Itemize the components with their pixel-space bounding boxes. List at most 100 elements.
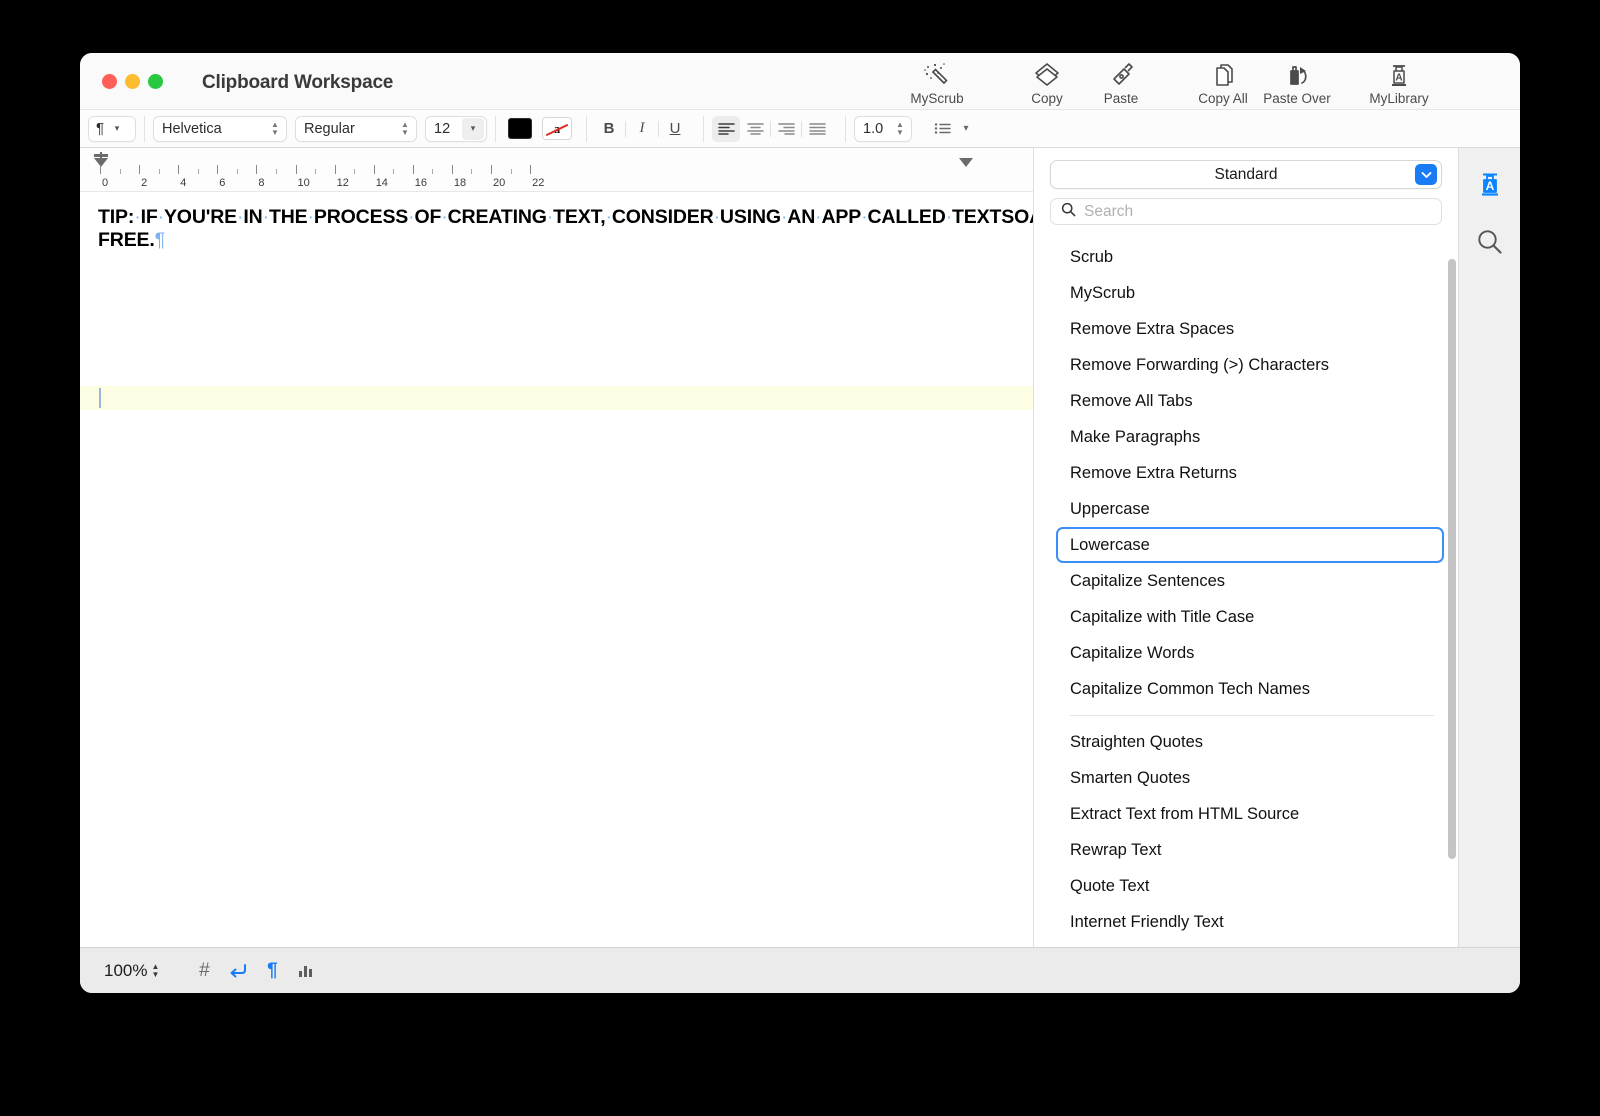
cleaner-item[interactable]: Extract Text from HTML Source <box>1056 796 1444 832</box>
paragraph-style-dropdown[interactable]: ¶ ▾ <box>88 116 136 142</box>
cleaner-item[interactable]: Capitalize Common Tech Names <box>1056 671 1444 707</box>
space-mark: · <box>263 206 269 228</box>
cleaner-item[interactable]: Remove Extra Returns <box>1056 455 1444 491</box>
cleaner-item[interactable]: Smarten Quotes <box>1056 760 1444 796</box>
remove-color-icon[interactable]: a <box>542 117 572 140</box>
cleaner-item-label: Capitalize Sentences <box>1070 572 1225 591</box>
ruler-tick <box>139 165 140 174</box>
space-mark: · <box>861 206 867 228</box>
line-spacing-value: 1.0 <box>855 121 891 137</box>
scrollbar-thumb[interactable] <box>1448 259 1456 859</box>
list-style-chevron[interactable]: ▾ <box>956 116 976 142</box>
ruler-tick <box>256 165 257 174</box>
space-mark: · <box>714 206 720 228</box>
toolbar-copy-button[interactable]: Copy <box>1010 60 1084 106</box>
cleaner-item-label: Quote Text <box>1070 877 1150 896</box>
search-input[interactable]: Search <box>1084 203 1133 221</box>
close-button[interactable] <box>102 74 117 89</box>
cleaner-item-label: Uppercase <box>1070 500 1150 519</box>
cleaner-list-scrollbar[interactable] <box>1448 239 1456 947</box>
toolbar-paste-button[interactable]: Paste <box>1084 60 1158 106</box>
font-size-dropdown[interactable]: 12 ▾ <box>425 116 487 142</box>
cleaner-item[interactable]: MyScrub <box>1056 275 1444 311</box>
cleaner-item-selected[interactable]: Lowercase <box>1056 527 1444 563</box>
chevron-down-icon[interactable] <box>1415 164 1437 185</box>
titlebar: Clipboard Workspace <box>80 53 1520 109</box>
toolbar-mylibrary-button[interactable]: A MyLibrary <box>1362 60 1436 106</box>
preset-dropdown[interactable]: Standard <box>1050 160 1442 189</box>
align-justify-button[interactable] <box>803 116 831 142</box>
cleaner-item[interactable]: Quote Text <box>1056 868 1444 904</box>
rail-library-button[interactable]: A <box>1468 162 1512 206</box>
search-field[interactable]: Search <box>1050 198 1442 225</box>
cleaner-item[interactable]: Uppercase <box>1056 491 1444 527</box>
library-bottle-icon: A <box>1384 60 1414 90</box>
align-left-icon <box>718 122 735 135</box>
zoom-control[interactable]: 100% ▲▼ <box>104 961 159 981</box>
cleaner-item[interactable]: Rewrap Text <box>1056 832 1444 868</box>
updown-stepper-icon[interactable]: ▲▼ <box>151 963 159 979</box>
font-family-value: Helvetica <box>154 121 230 137</box>
align-right-button[interactable] <box>772 116 800 142</box>
ruler-tick-minor <box>159 169 160 174</box>
toolbar-myscrub-button[interactable]: MyScrub <box>900 60 974 106</box>
ruler-tick-minor <box>471 169 472 174</box>
cleaner-item[interactable]: Internet Friendly Text <box>1056 904 1444 940</box>
cleaner-item[interactable]: Capitalize with Title Case <box>1056 599 1444 635</box>
italic-button[interactable]: I <box>628 116 656 142</box>
right-indent-marker[interactable] <box>959 158 973 167</box>
left-indent-marker[interactable] <box>94 158 108 167</box>
underline-button[interactable]: U <box>661 116 689 142</box>
return-arrow-icon[interactable] <box>221 956 255 986</box>
text-color-swatch[interactable] <box>508 118 532 139</box>
font-family-dropdown[interactable]: Helvetica ▲▼ <box>153 116 287 142</box>
cleaner-list[interactable]: ScrubMyScrubRemove Extra SpacesRemove Fo… <box>1034 239 1458 947</box>
pilcrow-icon[interactable]: ¶ <box>255 956 289 986</box>
bar-chart-icon[interactable] <box>289 956 323 986</box>
divider <box>586 116 587 142</box>
ruler-tick <box>100 165 101 174</box>
cleaner-list-column: Standard <box>1034 148 1458 947</box>
cleaner-item[interactable]: Scrub <box>1056 239 1444 275</box>
divider <box>625 121 626 137</box>
hash-icon[interactable]: # <box>187 956 221 986</box>
cleaner-item[interactable]: Remove Extra Spaces <box>1056 311 1444 347</box>
toolbar-action-label: Copy <box>1031 91 1063 106</box>
document-canvas[interactable]: TIP:·IF·YOU'RE·IN·THE·PROCESS·OF·CREATIN… <box>80 192 1033 947</box>
bold-button[interactable]: B <box>595 116 623 142</box>
paragraph-mark: ¶ <box>155 229 165 251</box>
line-spacing-dropdown[interactable]: 1.0 ▲▼ <box>854 116 912 142</box>
svg-text:A: A <box>1485 179 1494 193</box>
ruler-tick <box>178 165 179 174</box>
document-text[interactable]: TIP:·IF·YOU'RE·IN·THE·PROCESS·OF·CREATIN… <box>98 206 1015 253</box>
cleaner-item[interactable]: Straighten Quotes <box>1056 724 1444 760</box>
cleaner-item[interactable]: Make Paragraphs <box>1056 419 1444 455</box>
traffic-lights <box>102 74 163 89</box>
cleaner-item-label: Smarten Quotes <box>1070 769 1190 788</box>
toolbar-action-label: MyLibrary <box>1369 91 1428 106</box>
minimize-button[interactable] <box>125 74 140 89</box>
svg-text:A: A <box>1395 73 1402 84</box>
toolbar-copy-all-button[interactable]: Copy All <box>1186 60 1260 106</box>
ruler[interactable]: 0246810121416182022 <box>80 148 1033 192</box>
cleaner-item[interactable]: Capitalize Words <box>1056 635 1444 671</box>
rail-search-button[interactable] <box>1468 220 1512 264</box>
align-center-button[interactable] <box>741 116 769 142</box>
cleaner-item-label: Make Paragraphs <box>1070 428 1200 447</box>
align-left-button[interactable] <box>712 116 740 142</box>
zoom-button[interactable] <box>148 74 163 89</box>
ruler-label: 20 <box>493 177 505 189</box>
cleaner-item[interactable]: Capitalize Sentences <box>1056 563 1444 599</box>
ruler-tick <box>217 165 218 174</box>
paste-over-icon <box>1280 60 1314 90</box>
cleaner-item[interactable]: Remove All Tabs <box>1056 383 1444 419</box>
chevron-down-icon: ▾ <box>462 118 484 140</box>
list-style-button[interactable] <box>928 116 956 142</box>
font-style-dropdown[interactable]: Regular ▲▼ <box>295 116 417 142</box>
app-window: Clipboard Workspace <box>80 53 1520 993</box>
cleaner-item[interactable]: Remove Forwarding (>) Characters <box>1056 347 1444 383</box>
italic-label: I <box>640 120 645 137</box>
cleaner-item-label: Internet Friendly Text <box>1070 913 1224 932</box>
toolbar-paste-over-button[interactable]: Paste Over <box>1260 60 1334 106</box>
ruler-tick-minor <box>393 169 394 174</box>
